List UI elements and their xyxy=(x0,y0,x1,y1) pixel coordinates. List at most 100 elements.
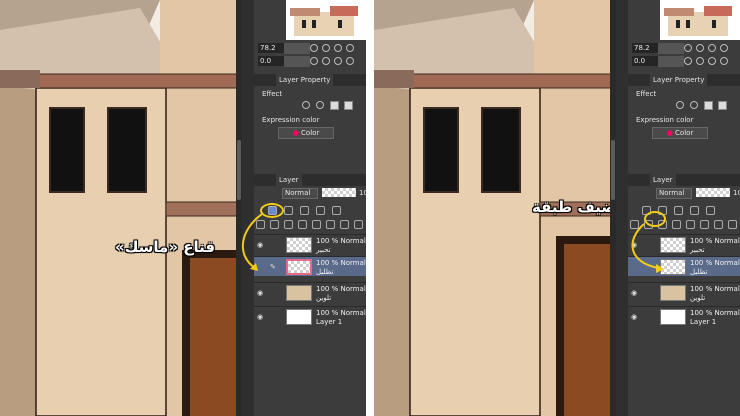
add-mask-icon[interactable] xyxy=(298,220,307,229)
effect-border-icon[interactable] xyxy=(676,101,684,109)
clip-icon[interactable] xyxy=(300,206,309,215)
eye-icon[interactable]: ◉ xyxy=(257,289,263,297)
layer-blend: 100 % Normal xyxy=(690,285,740,293)
layer-name: تحبير xyxy=(316,246,331,254)
rotate-right-icon[interactable] xyxy=(696,57,704,65)
rotate-left-icon[interactable] xyxy=(310,57,318,65)
fit-icon[interactable] xyxy=(334,44,342,52)
layer-row[interactable]: ◉ 100 % Normal تلوين xyxy=(254,282,366,302)
new-raster-layer-icon[interactable] xyxy=(630,220,639,229)
layer-blend: 100 % Normal xyxy=(690,237,740,245)
lock-icon[interactable] xyxy=(690,206,699,215)
flip-icon[interactable] xyxy=(346,57,354,65)
panel-toolbar-strip xyxy=(242,0,254,416)
tab-layer[interactable]: Layer xyxy=(276,174,302,186)
layer-row-selected[interactable]: ✎ 100 % Normal تظليل xyxy=(254,256,366,276)
stop-icon[interactable] xyxy=(720,44,728,52)
apply-mask-icon[interactable] xyxy=(686,220,695,229)
drawing-canvas[interactable]: قناع «ماسك» xyxy=(0,0,238,416)
angle-slider[interactable] xyxy=(658,56,684,67)
layer-row[interactable]: ◉ 100 % Normal تحبير xyxy=(254,234,366,254)
flip-icon[interactable] xyxy=(720,57,728,65)
fit-icon[interactable] xyxy=(708,44,716,52)
eye-icon[interactable]: ◉ xyxy=(257,313,263,321)
reset-rotation-icon[interactable] xyxy=(708,57,716,65)
reference-icon[interactable] xyxy=(332,206,341,215)
effect-mosaic-icon[interactable] xyxy=(344,101,353,110)
layer-row[interactable]: ◉ 100 % Normal تلوين xyxy=(628,282,740,302)
scrollbar-thumb[interactable] xyxy=(611,140,615,200)
opacity-slider[interactable] xyxy=(322,188,356,197)
clip-icon[interactable] xyxy=(674,206,683,215)
delete-layer-icon[interactable] xyxy=(354,220,363,229)
layer-tabbar: Layer xyxy=(628,174,740,186)
lock-icon[interactable] xyxy=(316,206,325,215)
eye-icon[interactable]: ◉ xyxy=(631,313,637,321)
color-dropdown-label: Color xyxy=(301,129,320,137)
new-vector-layer-icon[interactable] xyxy=(270,220,279,229)
annotation-label: نضيف طبقة xyxy=(532,198,612,216)
left-screenshot-panel: قناع «ماسك» 78.2 0.0 Layer Property Effe… xyxy=(0,0,366,416)
effect-tone-icon[interactable] xyxy=(316,101,324,109)
layer-name: تظليل xyxy=(316,268,334,276)
new-folder-icon[interactable] xyxy=(284,220,293,229)
eye-icon[interactable]: ◉ xyxy=(631,289,637,297)
duplicate-icon[interactable] xyxy=(340,220,349,229)
zoom-in-icon[interactable] xyxy=(696,44,704,52)
zoom-out-icon[interactable] xyxy=(310,44,318,52)
duplicate-icon[interactable] xyxy=(714,220,723,229)
merge-down-icon[interactable] xyxy=(326,220,335,229)
effect-texture-icon[interactable] xyxy=(704,101,713,110)
layer-thumbnail xyxy=(660,237,686,253)
new-raster-layer-icon[interactable] xyxy=(256,220,265,229)
layer-thumbnail xyxy=(660,285,686,301)
layer-thumbnail xyxy=(660,309,686,325)
color-dropdown[interactable]: ● Color xyxy=(652,127,708,139)
angle-slider[interactable] xyxy=(284,56,310,67)
opacity-slider[interactable] xyxy=(696,188,730,197)
zoom-in-icon[interactable] xyxy=(322,44,330,52)
opacity-value-edge: 10 xyxy=(733,189,740,197)
effect-texture-icon[interactable] xyxy=(330,101,339,110)
drawing-canvas[interactable]: نضيف طبقة xyxy=(374,0,612,416)
layer-thumbnail xyxy=(660,259,686,275)
add-mask-icon[interactable] xyxy=(672,220,681,229)
tab-layer[interactable]: Layer xyxy=(650,174,676,186)
color-dropdown[interactable]: ● Color xyxy=(278,127,334,139)
layer-blend: 100 % Normal xyxy=(690,259,740,267)
reference-icon[interactable] xyxy=(706,206,715,215)
layer-row-selected[interactable]: 100 % Normal تظليل xyxy=(628,256,740,276)
rotate-left-icon[interactable] xyxy=(684,57,692,65)
scrollbar-thumb[interactable] xyxy=(237,140,241,200)
property-tabbar: Layer Property xyxy=(254,74,366,86)
reset-rotation-icon[interactable] xyxy=(334,57,342,65)
eye-icon[interactable]: ◉ xyxy=(257,241,263,249)
layer-thumbnail xyxy=(286,285,312,301)
merge-down-icon[interactable] xyxy=(700,220,709,229)
layer-name: تظليل xyxy=(690,268,708,276)
zoom-slider[interactable] xyxy=(658,43,684,54)
layer-row[interactable]: ◉ 100 % Normal Layer 1 xyxy=(254,306,366,326)
layer-name: Layer 1 xyxy=(690,318,717,326)
layer-row[interactable]: ◉ 100 % Normal تحبير xyxy=(628,234,740,254)
effect-border-icon[interactable] xyxy=(302,101,310,109)
eye-icon[interactable]: ◉ xyxy=(631,241,637,249)
tab-layer-property[interactable]: Layer Property xyxy=(650,74,708,86)
layer-blend: 100 % Normal xyxy=(316,285,366,293)
panel-toolbar-strip xyxy=(616,0,628,416)
blend-mode-select[interactable]: Normal xyxy=(656,188,692,199)
tab-layer-property[interactable]: Layer Property xyxy=(276,74,334,86)
delete-layer-icon[interactable] xyxy=(728,220,737,229)
zoom-slider[interactable] xyxy=(284,43,310,54)
rotate-right-icon[interactable] xyxy=(322,57,330,65)
opacity-value-edge: 10 xyxy=(359,189,366,197)
layer-row[interactable]: ◉ 100 % Normal Layer 1 xyxy=(628,306,740,326)
effect-tone-icon[interactable] xyxy=(690,101,698,109)
blend-mode-select[interactable]: Normal xyxy=(282,188,318,199)
effect-label: Effect xyxy=(262,90,283,98)
mask-icon[interactable] xyxy=(284,206,293,215)
zoom-out-icon[interactable] xyxy=(684,44,692,52)
effect-mosaic-icon[interactable] xyxy=(718,101,727,110)
apply-mask-icon[interactable] xyxy=(312,220,321,229)
stop-icon[interactable] xyxy=(346,44,354,52)
